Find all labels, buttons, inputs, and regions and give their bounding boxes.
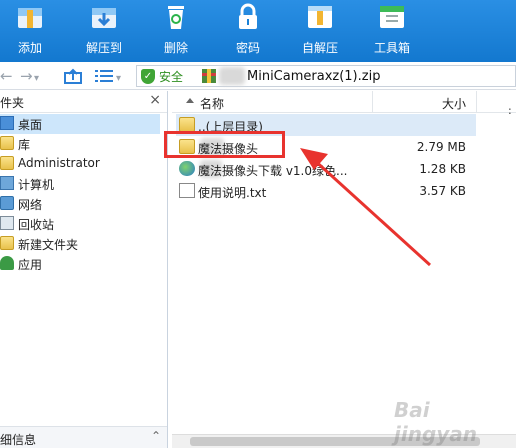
text-file-icon [179,183,195,198]
sort-ascending-icon [186,98,194,103]
folder-tree-pane: 件夹 × 桌面 库 Administrator 计算机 网络 回收站 新建文件夹… [0,91,168,448]
watermark: Bai jingyan [394,398,478,446]
zip-archive-icon [202,69,216,83]
close-icon[interactable]: × [149,92,161,108]
column-header: 名称 大小 [172,91,516,113]
self-extract-button[interactable]: 自解压 [290,0,350,62]
network-icon [0,196,14,210]
tree-item-new-folder[interactable]: 新建文件夹 [0,234,160,254]
recycle-bin-icon [0,216,14,230]
tree-item-apps[interactable]: 应用 [0,254,160,274]
delete-icon [168,6,184,29]
archive-path: MiniCameraxz(1).zip [247,69,381,84]
shield-check-icon: ✓ [141,68,155,84]
web-link-icon [179,161,195,176]
dropdown-arrow-icon[interactable]: ▾ [34,70,39,88]
toolbar: 添加 解压到 删除 密码 自解压 工具箱 [0,0,516,62]
add-button[interactable]: 添加 [0,0,60,62]
annotation-arrow-icon [300,148,432,267]
back-arrow-icon[interactable]: ← [0,67,13,85]
highlight-box [164,131,285,158]
user-icon [0,156,14,170]
collapse-icon[interactable]: ⌃ [151,429,161,443]
tree-item-library[interactable]: 库 [0,134,160,154]
up-folder-icon[interactable] [64,68,82,84]
view-list-icon[interactable] [95,69,113,83]
tree-item-administrator[interactable]: Administrator [0,154,160,174]
delete-button[interactable]: 删除 [146,0,206,62]
toolbox-icon [380,6,404,28]
library-icon [0,136,14,150]
self-extract-icon [308,6,332,28]
tree-item-desktop[interactable]: 桌面 [0,114,160,134]
forward-arrow-icon[interactable]: → [20,67,33,85]
view-dropdown-icon[interactable]: ▾ [116,70,121,88]
address-bar: ← → ▾ ▾ ✓ 安全 MiniCameraxz(1).zip [0,62,516,90]
column-name[interactable]: 名称 [200,95,224,112]
tree-item-recycle-bin[interactable]: 回收站 [0,214,160,234]
column-size[interactable]: 大小 [442,95,466,112]
path-box[interactable]: ✓ 安全 MiniCameraxz(1).zip [136,65,516,87]
extract-to-icon [92,8,116,28]
computer-icon [0,176,14,190]
app-icon [0,256,14,270]
toolbox-button[interactable]: 工具箱 [362,0,422,62]
password-icon [239,3,257,29]
blurred-region [219,67,245,85]
folder-tree-header: 件夹 × [0,91,167,113]
safe-indicator: ✓ 安全 [141,68,183,84]
details-panel-header[interactable]: 细信息 ⌃ [0,426,167,448]
add-icon [18,8,42,28]
extract-to-button[interactable]: 解压到 [74,0,134,62]
tree-item-network[interactable]: 网络 [0,194,160,214]
password-button[interactable]: 密码 [218,0,278,62]
desktop-icon [0,116,14,130]
folder-icon [0,236,14,250]
folder-icon [179,117,195,132]
tree-item-computer[interactable]: 计算机 [0,174,160,194]
